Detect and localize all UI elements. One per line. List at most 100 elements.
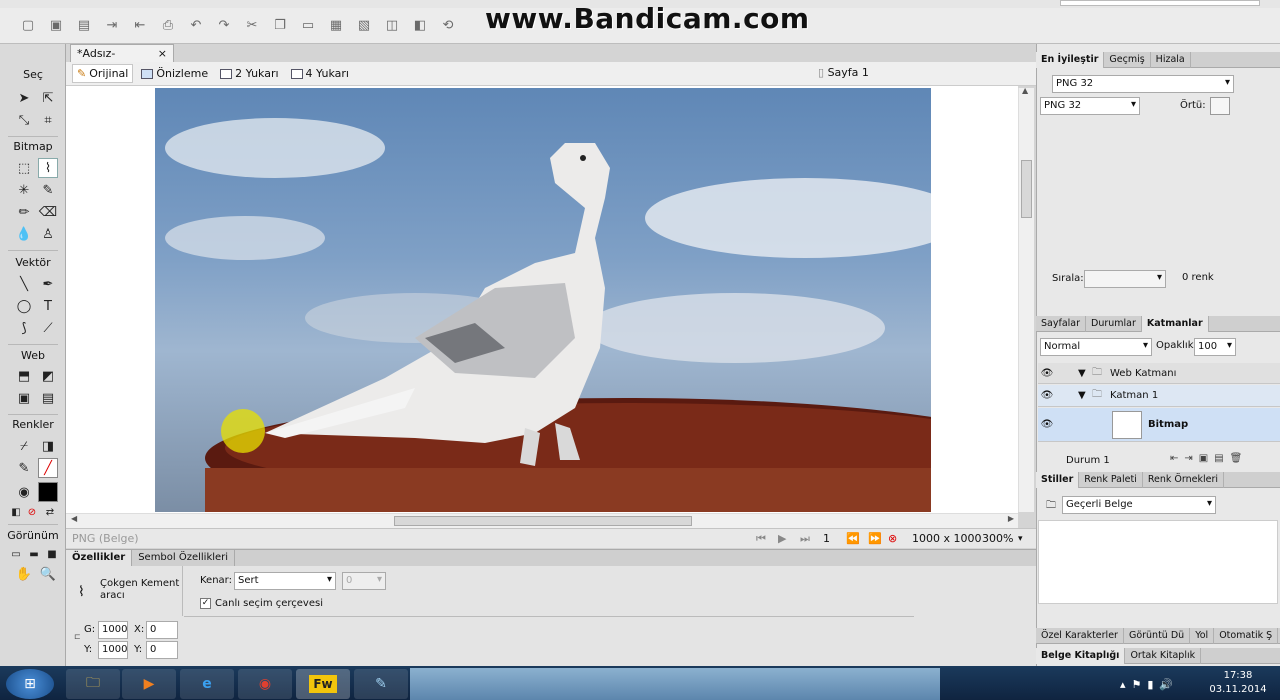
hand-tool-icon[interactable]: ✋ bbox=[14, 564, 34, 584]
x-input[interactable]: 0 bbox=[146, 621, 178, 639]
zoom-tool-icon[interactable]: 🔍 bbox=[38, 564, 58, 584]
export-icon[interactable]: ⇤ bbox=[130, 17, 150, 35]
scale-tool-icon[interactable]: ⤡ bbox=[14, 110, 34, 130]
view-2up-button[interactable]: 2 Yukarı bbox=[216, 65, 282, 82]
align-icon[interactable]: ◧ bbox=[410, 17, 430, 35]
vertical-scrollbar[interactable]: ▲ bbox=[1018, 86, 1034, 512]
canvas-size[interactable]: 1000 x 1000 bbox=[912, 532, 982, 545]
rotate-icon[interactable]: ⟲ bbox=[438, 17, 458, 35]
search-input[interactable] bbox=[1060, 0, 1260, 6]
layer-actions-icons[interactable]: ⇤⇥▣▤🗑 bbox=[1170, 453, 1248, 464]
full-screen-icon[interactable]: ■ bbox=[42, 544, 62, 564]
open-icon[interactable]: ▤ bbox=[74, 17, 94, 35]
blend-mode-select[interactable]: Normal bbox=[1040, 338, 1152, 356]
paste-icon[interactable]: ▭ bbox=[298, 17, 318, 35]
sort-select[interactable] bbox=[1084, 270, 1166, 288]
first-frame-icon[interactable]: ⏮ bbox=[756, 532, 766, 546]
blur-tool-icon[interactable]: 💧 bbox=[14, 224, 34, 244]
tab-swatches[interactable]: Renk Örnekleri bbox=[1143, 471, 1225, 488]
standard-screen-icon[interactable]: ▭ bbox=[6, 544, 26, 564]
eye-icon[interactable]: 👁 bbox=[1038, 390, 1056, 401]
width-input[interactable]: 1000 bbox=[98, 621, 128, 639]
fill-color-icon[interactable]: ◉ bbox=[14, 482, 34, 502]
import-icon[interactable]: ⇥ bbox=[102, 17, 122, 35]
pointer-tool-icon[interactable]: ➤ bbox=[14, 88, 34, 108]
start-button[interactable]: ⊞ bbox=[6, 669, 54, 699]
tab-layers[interactable]: Katmanlar bbox=[1141, 315, 1209, 332]
swap-colors-icon[interactable]: ⇄ bbox=[40, 502, 60, 522]
page-selector[interactable]: ▯ Sayfa 1 bbox=[818, 66, 869, 79]
edge-amount-select[interactable]: 0 bbox=[342, 572, 386, 590]
redo-icon[interactable]: ↷ bbox=[214, 17, 234, 35]
line-tool-icon[interactable]: ╲ bbox=[14, 274, 34, 294]
new-file-icon[interactable]: ▢ bbox=[18, 17, 38, 35]
stroke-color-swatch[interactable]: ╱ bbox=[38, 458, 58, 478]
pen-tool-icon[interactable]: ✒ bbox=[38, 274, 58, 294]
magic-wand-tool-icon[interactable]: ✳ bbox=[14, 180, 34, 200]
crop-tool-icon[interactable]: ⌗ bbox=[38, 110, 58, 130]
taskbar-clock[interactable]: 17:38 03.11.2014 bbox=[1208, 669, 1268, 697]
print-icon[interactable]: ⎙ bbox=[158, 17, 178, 35]
polygon-lasso-tool-icon[interactable]: ⌇ bbox=[38, 158, 58, 178]
freeform-tool-icon[interactable]: ⟆ bbox=[14, 318, 34, 338]
knife-tool-icon[interactable]: ⟋ bbox=[38, 318, 58, 338]
copy-icon[interactable]: ❐ bbox=[270, 17, 290, 35]
lock-proportions-icon[interactable]: ⊏ bbox=[74, 632, 81, 641]
close-icon[interactable]: × bbox=[158, 47, 167, 60]
layer-row-bitmap[interactable]: 👁 Bitmap bbox=[1038, 408, 1280, 442]
ellipse-tool-icon[interactable]: ◯ bbox=[14, 296, 34, 316]
notepad-taskbar-icon[interactable]: ✎ bbox=[354, 669, 408, 699]
slice-tool-icon[interactable]: ◩ bbox=[38, 366, 58, 386]
brush-tool-icon[interactable]: ✎ bbox=[38, 180, 58, 200]
tab-states[interactable]: Durumlar bbox=[1086, 315, 1142, 332]
tab-optimize[interactable]: En İyileştir bbox=[1036, 51, 1105, 68]
fill-color-swatch[interactable] bbox=[38, 482, 58, 502]
view-original-button[interactable]: ✎ Orijinal bbox=[72, 64, 134, 83]
stop-icon[interactable]: ⊗ bbox=[888, 532, 897, 545]
vertical-scroll-thumb[interactable] bbox=[1021, 160, 1032, 218]
stroke-color-icon[interactable]: ✎ bbox=[14, 458, 34, 478]
eyedropper-tool-icon[interactable]: ⌿ bbox=[14, 436, 34, 456]
tab-special-characters[interactable]: Özel Karakterler bbox=[1036, 627, 1124, 644]
current-document-select[interactable]: Geçerli Belge bbox=[1062, 496, 1216, 514]
styles-list[interactable] bbox=[1038, 520, 1278, 604]
eye-icon[interactable]: 👁 bbox=[1038, 419, 1056, 430]
horizontal-scroll-thumb[interactable] bbox=[394, 516, 692, 526]
text-tool-icon[interactable]: T bbox=[38, 296, 58, 316]
internet-explorer-taskbar-icon[interactable]: e bbox=[180, 669, 234, 699]
expand-icon[interactable]: ▼ bbox=[1078, 368, 1092, 379]
cut-icon[interactable]: ✂ bbox=[242, 17, 262, 35]
media-player-taskbar-icon[interactable]: ▶ bbox=[122, 669, 176, 699]
pencil-tool-icon[interactable]: ✏ bbox=[14, 202, 34, 222]
edge-select[interactable]: Sert bbox=[234, 572, 336, 590]
tab-auto-shape[interactable]: Otomatik Ş bbox=[1214, 627, 1279, 644]
undo-icon[interactable]: ↶ bbox=[186, 17, 206, 35]
prev-frame-icon[interactable]: ⏪ bbox=[846, 532, 860, 545]
ungroup-icon[interactable]: ▧ bbox=[354, 17, 374, 35]
document-tab[interactable]: *Adsız-1.fw.png × bbox=[70, 44, 174, 73]
tab-symbol-properties[interactable]: Sembol Özellikleri bbox=[132, 549, 236, 567]
save-icon[interactable]: ▣ bbox=[46, 17, 66, 35]
tab-pages[interactable]: Sayfalar bbox=[1036, 315, 1087, 332]
chrome-taskbar-icon[interactable]: ◉ bbox=[238, 669, 292, 699]
eye-icon[interactable]: 👁 bbox=[1038, 368, 1056, 379]
view-4up-button[interactable]: 4 Yukarı bbox=[287, 65, 353, 82]
fireworks-taskbar-icon[interactable]: Fw bbox=[296, 669, 350, 699]
zoom-dropdown-icon[interactable]: ▾ bbox=[1018, 534, 1023, 544]
opacity-input[interactable]: 100 bbox=[1194, 338, 1236, 356]
layer-row-layer1[interactable]: 👁 ▼ 🗀 Katman 1 bbox=[1038, 385, 1280, 407]
combine-icon[interactable]: ◫ bbox=[382, 17, 402, 35]
optimize-preset-select[interactable]: PNG 32 bbox=[1052, 75, 1234, 93]
tab-path[interactable]: Yol bbox=[1190, 627, 1215, 644]
tab-styles[interactable]: Stiller bbox=[1036, 471, 1080, 488]
tray-icons[interactable]: ▴⚑▮🔊 bbox=[1120, 678, 1179, 691]
export-format-select[interactable]: PNG 32 bbox=[1040, 97, 1140, 115]
height-input[interactable]: 1000 bbox=[98, 641, 128, 659]
next-frame-icon[interactable]: ⏩ bbox=[868, 532, 882, 545]
y-input[interactable]: 0 bbox=[146, 641, 178, 659]
last-frame-icon[interactable]: ⏭ bbox=[800, 532, 810, 546]
hide-slices-icon[interactable]: ▣ bbox=[14, 388, 34, 408]
show-slices-icon[interactable]: ▤ bbox=[38, 388, 58, 408]
tab-history[interactable]: Geçmiş bbox=[1104, 51, 1151, 68]
live-marquee-checkbox[interactable]: ✓ bbox=[200, 598, 211, 609]
